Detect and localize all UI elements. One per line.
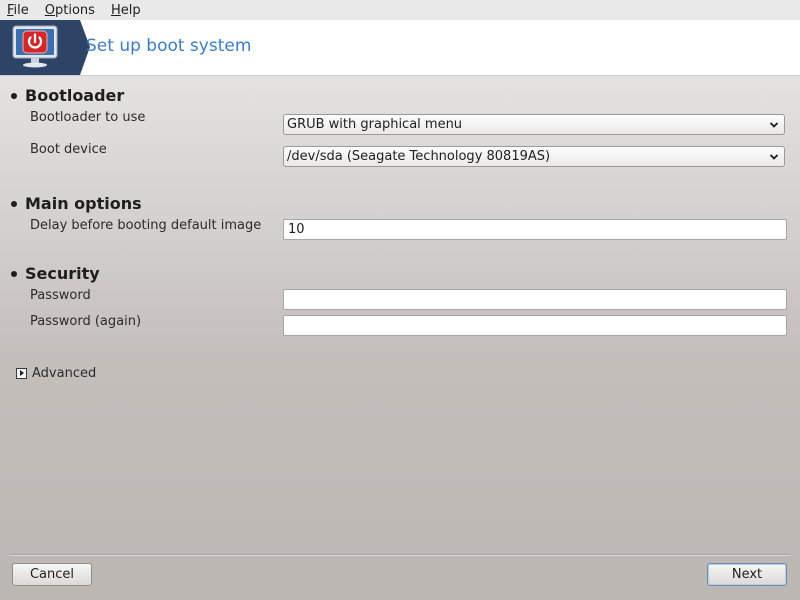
section-security: Security (11, 264, 100, 283)
boot-device-select-value: /dev/sda (Seagate Technology 80819AS) (287, 149, 551, 164)
section-bootloader-title: Bootloader (25, 86, 125, 105)
password-label: Password (30, 288, 91, 303)
chevron-down-icon (769, 154, 779, 160)
password-again-label: Password (again) (30, 314, 142, 329)
boot-device-select[interactable]: /dev/sda (Seagate Technology 80819AS) (283, 146, 785, 167)
password-again-input[interactable] (283, 315, 787, 336)
bullet-icon (11, 92, 17, 99)
chevron-down-icon (769, 122, 779, 128)
cancel-button[interactable]: Cancel (12, 563, 92, 586)
menu-bar: File Options Help (0, 0, 800, 20)
section-main-options: Main options (11, 194, 142, 213)
bootloader-select[interactable]: GRUB with graphical menu (283, 114, 785, 135)
bullet-icon (11, 270, 17, 277)
section-main-options-title: Main options (25, 194, 142, 213)
power-monitor-icon (12, 25, 58, 68)
password-input[interactable] (283, 289, 787, 310)
next-button[interactable]: Next (707, 563, 787, 586)
advanced-label: Advanced (32, 366, 97, 381)
delay-input[interactable] (283, 219, 787, 240)
menu-file[interactable]: File (7, 3, 29, 18)
bullet-icon (11, 200, 17, 207)
bootloader-select-value: GRUB with graphical menu (287, 117, 463, 132)
section-security-title: Security (25, 264, 100, 283)
menu-help[interactable]: Help (111, 3, 141, 18)
banner: Set up boot system (0, 20, 800, 76)
boot-device-label: Boot device (30, 142, 107, 157)
bootloader-label: Bootloader to use (30, 110, 146, 125)
menu-options[interactable]: Options (45, 3, 95, 18)
banner-logo (0, 20, 80, 75)
page-title: Set up boot system (86, 36, 252, 56)
expander-arrow-icon (16, 368, 27, 379)
delay-label: Delay before booting default image (30, 218, 262, 233)
footer-separator (10, 554, 790, 556)
advanced-expander[interactable]: Advanced (16, 366, 96, 381)
section-bootloader: Bootloader (11, 86, 124, 105)
